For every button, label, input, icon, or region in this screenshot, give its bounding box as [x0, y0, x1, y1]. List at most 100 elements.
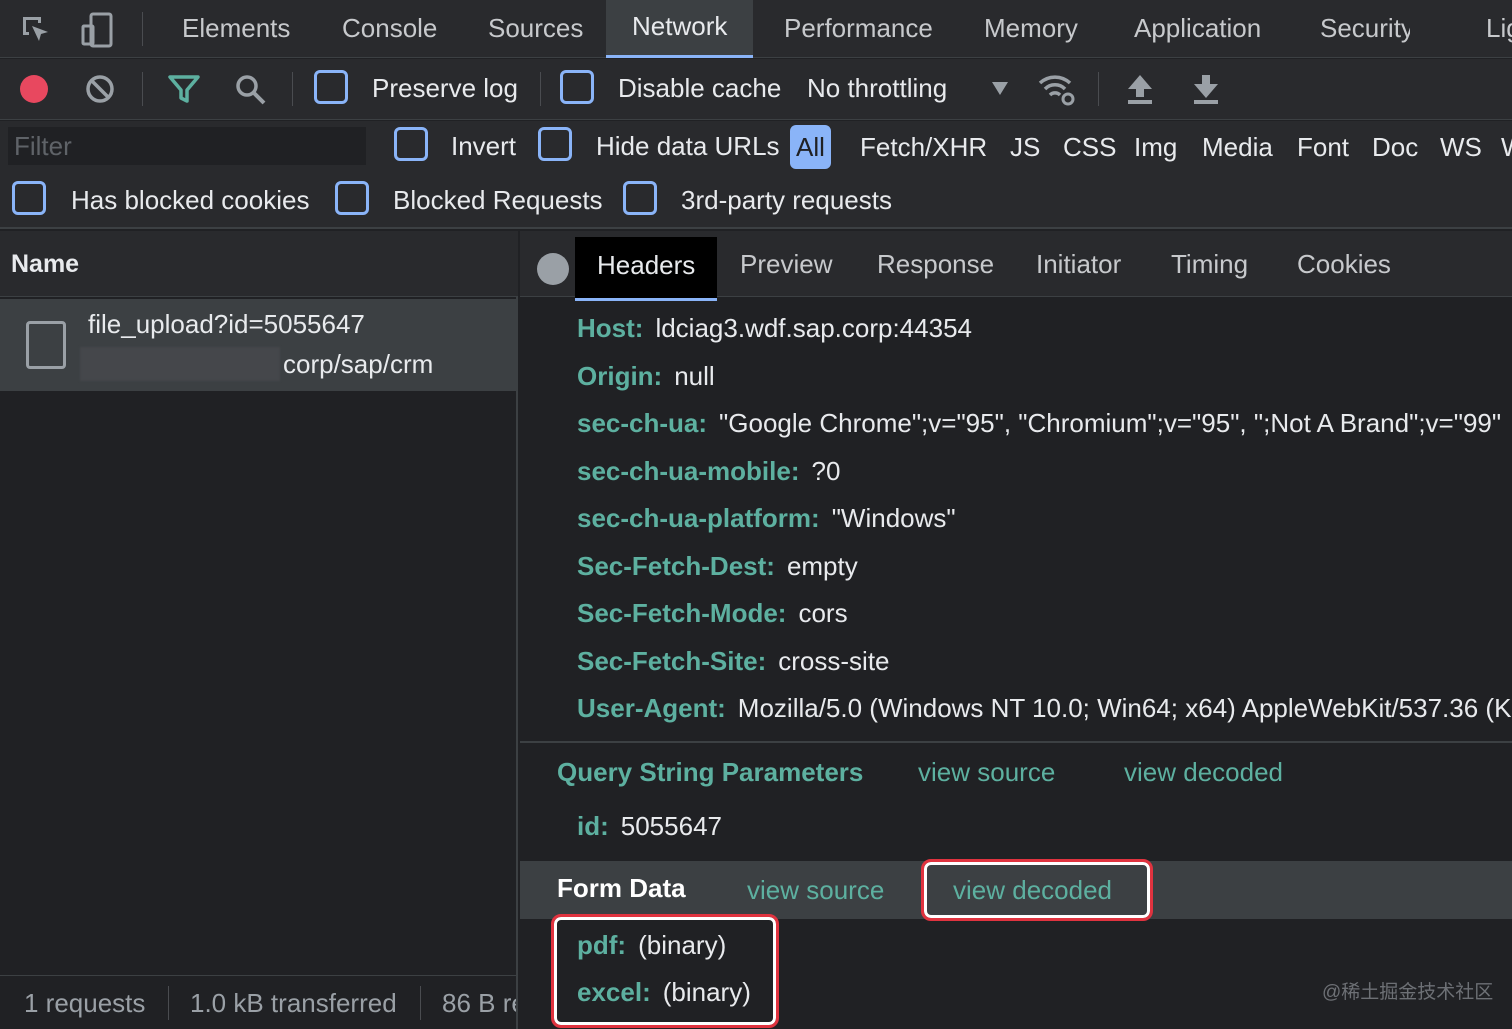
toolbar-separator [540, 72, 541, 106]
record-icon[interactable] [14, 69, 54, 109]
type-filter-img[interactable]: Img [1134, 125, 1177, 169]
tab-elements[interactable]: Elements [182, 0, 290, 58]
tab-timing[interactable]: Timing [1171, 231, 1248, 297]
network-toolbar: Preserve log Disable cache No throttling [0, 59, 1512, 120]
toolbar-separator [1098, 72, 1099, 106]
type-filter-wasm[interactable]: W [1501, 125, 1512, 169]
form-view-source-link[interactable]: view source [747, 875, 884, 906]
blocked-requests-checkbox[interactable] [335, 181, 369, 215]
tab-performance[interactable]: Performance [784, 0, 934, 58]
detail-tabbar: Headers Preview Response Initiator Timin… [520, 231, 1512, 301]
tab-preview[interactable]: Preview [740, 231, 832, 297]
header-key: Sec-Fetch-Mode: [577, 598, 787, 628]
header-key: Origin: [577, 361, 663, 391]
summary-separator [168, 986, 169, 1020]
request-path: corp/sap/crm [283, 349, 434, 379]
header-value: Mozilla/5.0 (Windows NT 10.0; Win64; x64… [737, 693, 1512, 723]
has-blocked-cookies-checkbox[interactable] [12, 181, 46, 215]
header-row-origin: Origin: null [577, 361, 715, 392]
header-key: User-Agent: [577, 693, 726, 723]
type-filter-doc[interactable]: Doc [1372, 125, 1418, 169]
tab-console[interactable]: Console [342, 0, 437, 58]
header-value: ldciag3.wdf.sap.corp:44354 [655, 313, 972, 343]
param-value: 5055647 [620, 811, 722, 841]
summary-separator [420, 986, 421, 1020]
header-row-sec-fetch-dest: Sec-Fetch-Dest: empty [577, 551, 858, 582]
header-value: empty [786, 551, 858, 581]
header-row-user-agent: User-Agent: Mozilla/5.0 (Windows NT 10.0;… [577, 693, 1512, 724]
preserve-log-checkbox[interactable] [314, 70, 348, 104]
disable-cache-label: Disable cache [618, 73, 782, 103]
header-value: null [674, 361, 715, 391]
tab-headers[interactable]: Headers [575, 237, 718, 301]
tab-lighthouse[interactable]: Lig [1486, 0, 1512, 58]
header-value: cors [798, 598, 848, 628]
hide-data-urls-checkbox[interactable] [538, 127, 572, 161]
watermark: @稀土掘金技术社区 [1322, 982, 1494, 1003]
tab-initiator[interactable]: Initiator [1036, 231, 1121, 297]
request-list: Name file_upload?id=5055647 corp/sap/crm… [0, 231, 518, 1029]
type-filter-media[interactable]: Media [1202, 125, 1273, 169]
query-params-title[interactable]: Query String Parameters [557, 757, 863, 788]
tab-application[interactable]: Application [1134, 0, 1261, 58]
close-detail-icon[interactable] [537, 253, 569, 285]
device-toolbar-icon[interactable] [78, 10, 118, 50]
type-filter-all[interactable]: All [790, 125, 831, 169]
query-view-source-link[interactable]: view source [918, 757, 1055, 788]
header-row-sec-ch-ua-mobile: sec-ch-ua-mobile: ?0 [577, 456, 840, 487]
table-row[interactable]: file_upload?id=5055647 corp/sap/crm [0, 299, 516, 391]
third-party-checkbox[interactable] [623, 181, 657, 215]
header-key: sec-ch-ua-mobile: [577, 456, 800, 486]
invert-checkbox[interactable] [394, 127, 428, 161]
header-key: Sec-Fetch-Dest: [577, 551, 775, 581]
header-row-sec-fetch-site: Sec-Fetch-Site: cross-site [577, 646, 890, 677]
request-name: file_upload?id=5055647 [88, 309, 365, 339]
request-type-icon [26, 321, 66, 369]
import-har-icon[interactable] [1120, 69, 1160, 109]
clear-icon[interactable] [80, 69, 120, 109]
tab-security[interactable]: Security [1320, 0, 1410, 58]
disable-cache-checkbox[interactable] [560, 70, 594, 104]
inspect-element-icon[interactable] [16, 10, 56, 50]
tab-response[interactable]: Response [877, 231, 994, 297]
redacted-block [80, 347, 280, 381]
filter-bar: Invert Hide data URLs All Fetch/XHR JS C… [0, 121, 1512, 229]
type-filter-js[interactable]: JS [1010, 125, 1040, 169]
toolbar-separator [142, 72, 143, 106]
type-filter-fetch-xhr[interactable]: Fetch/XHR [860, 125, 987, 169]
request-detail-panel: Headers Preview Response Initiator Timin… [520, 231, 1512, 1029]
type-filter-font[interactable]: Font [1297, 125, 1349, 169]
throttling-select[interactable]: No throttling [807, 73, 947, 104]
type-filter-css[interactable]: CSS [1063, 125, 1116, 169]
tab-sources[interactable]: Sources [488, 0, 584, 58]
search-icon[interactable] [230, 69, 270, 109]
highlight-view-decoded [921, 859, 1153, 921]
highlight-form-fields [551, 914, 779, 1028]
tab-memory[interactable]: Memory [984, 0, 1078, 58]
request-count: 1 requests [24, 988, 146, 1018]
network-summary-bar: 1 requests 1.0 kB transferred 86 B re [0, 975, 516, 1029]
name-column-header[interactable]: Name [0, 231, 518, 297]
query-view-decoded-link[interactable]: view decoded [1124, 757, 1283, 788]
filter-funnel-icon[interactable] [164, 69, 204, 109]
toolbar-separator [292, 72, 293, 106]
header-value: "Windows" [831, 503, 956, 533]
network-conditions-icon[interactable] [1036, 69, 1076, 109]
tab-network[interactable]: Network [606, 0, 754, 58]
header-value: ?0 [811, 456, 841, 486]
devtools-tabbar: Elements Console Sources Network Perform… [0, 0, 1512, 58]
header-row-sec-ch-ua-platform: sec-ch-ua-platform: "Windows" [577, 503, 956, 534]
blocked-requests-label: Blocked Requests [393, 185, 603, 215]
chevron-down-icon[interactable] [980, 69, 1020, 109]
export-har-icon[interactable] [1186, 69, 1226, 109]
header-row-sec-fetch-mode: Sec-Fetch-Mode: cors [577, 598, 848, 629]
tab-cookies[interactable]: Cookies [1297, 231, 1391, 297]
transferred-size: 1.0 kB transferred [190, 988, 397, 1018]
filter-input[interactable] [8, 127, 366, 165]
third-party-label: 3rd-party requests [681, 185, 892, 215]
query-param-row: id: 5055647 [577, 811, 722, 842]
preserve-log-label: Preserve log [372, 73, 518, 103]
header-value: cross-site [778, 646, 890, 676]
type-filter-ws[interactable]: WS [1440, 125, 1482, 169]
header-row-sec-ch-ua: sec-ch-ua: "Google Chrome";v="95", "Chrom… [577, 408, 1501, 439]
